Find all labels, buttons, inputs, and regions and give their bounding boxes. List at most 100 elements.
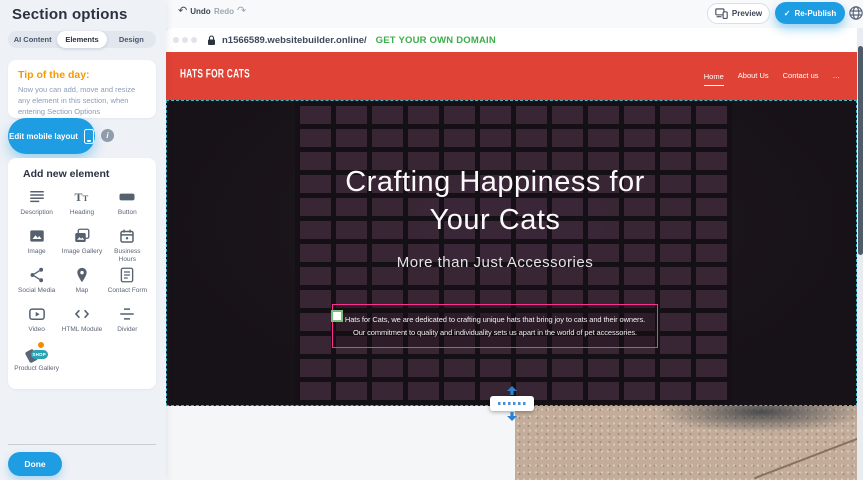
element-label: Heading <box>70 209 94 217</box>
element-label: Divider <box>117 326 137 334</box>
preview-label: Preview <box>732 9 762 18</box>
element-label: Business Hours <box>105 248 150 264</box>
description-icon <box>28 188 46 206</box>
element-html-module[interactable]: HTML Module <box>59 305 104 343</box>
element-grid: Description TT Heading Button <box>8 180 156 382</box>
element-label: Button <box>118 209 137 217</box>
info-icon[interactable]: i <box>101 129 114 142</box>
element-label: Description <box>20 209 53 217</box>
app-root: Section options AI Content Elements Desi… <box>0 0 863 480</box>
devices-icon <box>715 8 728 19</box>
phone-icon <box>84 129 94 144</box>
tab-design[interactable]: Design <box>107 31 156 48</box>
browser-dots <box>173 37 197 43</box>
scrollbar-thumb[interactable] <box>858 46 863 255</box>
page-title: Section options <box>12 6 128 23</box>
element-button[interactable]: Button <box>105 188 150 226</box>
element-image[interactable]: Image <box>14 227 59 265</box>
resize-dashes <box>498 402 526 405</box>
nav-contact-us[interactable]: Contact us <box>783 71 819 82</box>
nav-home[interactable]: Home <box>704 72 724 86</box>
redo-button[interactable]: Redo ↷ <box>214 6 246 17</box>
resize-arrow-up-icon <box>507 386 517 395</box>
site-preview: n1566589.websitebuilder.online/ GET YOUR… <box>166 28 863 480</box>
button-icon <box>118 188 136 206</box>
contact-form-icon <box>118 266 136 284</box>
undo-button[interactable]: ↶ Undo <box>178 6 211 17</box>
hero-text-element-selected[interactable]: Hats for Cats, we are dedicated to craft… <box>332 304 658 348</box>
get-own-domain-link[interactable]: GET YOUR OWN DOMAIN <box>376 35 496 46</box>
language-globe-icon[interactable] <box>848 5 863 21</box>
lock-icon <box>207 35 216 46</box>
hero-subtitle[interactable]: More than Just Accessories <box>345 254 645 271</box>
add-new-element-title: Add new element <box>23 168 156 180</box>
image-icon <box>28 227 46 245</box>
site-url: n1566589.websitebuilder.online/ <box>222 35 367 46</box>
hero-body-line: Our commitment to quality and individual… <box>333 326 657 339</box>
panel-tabs: AI Content Elements Design <box>8 31 156 48</box>
preview-button[interactable]: Preview <box>707 3 770 24</box>
browser-bar: n1566589.websitebuilder.online/ GET YOUR… <box>166 28 857 52</box>
redo-label: Redo <box>214 7 234 16</box>
element-social-media[interactable]: Social Media <box>14 266 59 304</box>
element-heading[interactable]: TT Heading <box>59 188 104 226</box>
element-label: Image Gallery <box>62 248 102 256</box>
nav-about-us[interactable]: About Us <box>738 71 769 82</box>
divider-icon <box>118 305 136 323</box>
element-label: Product Gallery <box>14 365 59 373</box>
preview-scrollbar[interactable] <box>857 28 863 480</box>
business-hours-icon <box>118 227 136 245</box>
element-label: Social Media <box>18 287 55 295</box>
undo-label: Undo <box>190 7 210 16</box>
image-gallery-icon <box>73 227 91 245</box>
add-new-element-card: Add new element Description TT Heading <box>8 158 156 389</box>
element-product-gallery[interactable]: SHOP Product Gallery <box>14 344 59 382</box>
hero-body-line: Hats for Cats, we are dedicated to craft… <box>333 313 657 326</box>
new-badge <box>37 341 45 349</box>
html-module-icon <box>73 305 91 323</box>
site-nav: Home About Us Contact us … <box>704 52 840 100</box>
check-icon: ✓ <box>784 9 791 18</box>
section-resize-handle[interactable] <box>490 396 534 411</box>
video-icon <box>28 305 46 323</box>
element-label: Video <box>28 326 45 334</box>
site-header[interactable]: HATS FOR CATS Home About Us Contact us … <box>166 52 857 100</box>
hero-background-image <box>295 101 732 405</box>
element-drag-handle[interactable] <box>331 310 343 322</box>
hero-section-selected[interactable]: Crafting Happiness for Your Cats More th… <box>166 100 857 406</box>
element-label: Contact Form <box>108 287 147 295</box>
svg-text:T: T <box>74 190 82 204</box>
carpet-image <box>515 406 857 480</box>
republish-button[interactable]: ✓ Re-Publish <box>775 2 845 24</box>
done-button[interactable]: Done <box>8 452 62 476</box>
product-gallery-icon: SHOP <box>26 344 48 362</box>
panel-divider <box>8 444 156 445</box>
element-image-gallery[interactable]: Image Gallery <box>59 227 104 265</box>
tab-ai-content[interactable]: AI Content <box>8 31 57 48</box>
nav-more[interactable]: … <box>833 71 841 82</box>
element-divider[interactable]: Divider <box>105 305 150 343</box>
element-description[interactable]: Description <box>14 188 59 226</box>
tab-elements[interactable]: Elements <box>57 31 106 48</box>
element-label: Map <box>76 287 89 295</box>
element-business-hours[interactable]: Business Hours <box>105 227 150 265</box>
element-video[interactable]: Video <box>14 305 59 343</box>
edit-mobile-layout-label: Edit mobile layout <box>9 132 78 141</box>
redo-icon: ↷ <box>237 6 246 17</box>
section-options-panel: Section options AI Content Elements Desi… <box>0 0 166 480</box>
site-logo: HATS FOR CATS <box>180 68 250 82</box>
republish-label: Re-Publish <box>794 9 836 18</box>
shop-tag: SHOP <box>31 350 48 359</box>
tip-of-the-day-card: Tip of the day: Now you can add, move an… <box>8 60 156 118</box>
heading-icon: TT <box>73 188 91 206</box>
tip-body: Now you can add, move and resize any ele… <box>18 85 146 118</box>
edit-mobile-layout-button[interactable]: Edit mobile layout <box>8 118 95 154</box>
element-contact-form[interactable]: Contact Form <box>105 266 150 304</box>
svg-text:T: T <box>83 194 89 203</box>
hero-title[interactable]: Crafting Happiness for Your Cats <box>320 163 670 240</box>
undo-icon: ↶ <box>178 6 187 17</box>
map-icon <box>73 266 91 284</box>
element-label: Image <box>28 248 46 256</box>
resize-arrow-down-icon <box>507 412 517 421</box>
element-map[interactable]: Map <box>59 266 104 304</box>
